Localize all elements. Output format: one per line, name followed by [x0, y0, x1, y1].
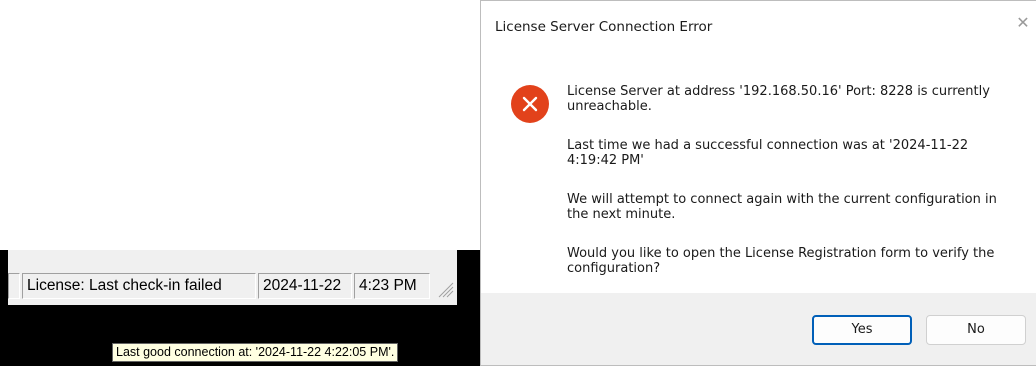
message-last-connection: Last time we had a successful connection…	[567, 138, 969, 168]
message-question: Would you like to open the License Regis…	[567, 246, 995, 276]
app-background	[0, 0, 482, 250]
message-retry: We will attempt to connect again with th…	[567, 192, 997, 222]
status-tooltip: Last good connection at: '2024-11-22 4:2…	[112, 343, 399, 362]
close-icon[interactable]: ✕	[1010, 7, 1036, 39]
license-error-dialog: License Server Connection Error ✕ Licens…	[480, 0, 1036, 366]
status-pane-edge	[8, 273, 20, 299]
error-icon	[511, 85, 549, 123]
status-time: 4:23 PM	[354, 273, 430, 299]
resize-grip-icon[interactable]	[435, 279, 455, 299]
yes-button[interactable]: Yes	[812, 315, 912, 345]
status-date: 2024-11-22	[258, 273, 352, 299]
status-license: License: Last check-in failed	[22, 273, 256, 299]
status-bar: License: Last check-in failed 2024-11-22…	[8, 250, 457, 305]
dialog-titlebar[interactable]: License Server Connection Error ✕	[481, 1, 1036, 61]
no-button[interactable]: No	[926, 315, 1026, 345]
message-unreachable: License Server at address '192.168.50.16…	[567, 84, 990, 114]
dialog-button-bar: Yes No	[481, 293, 1036, 365]
dialog-title: License Server Connection Error	[495, 19, 713, 35]
